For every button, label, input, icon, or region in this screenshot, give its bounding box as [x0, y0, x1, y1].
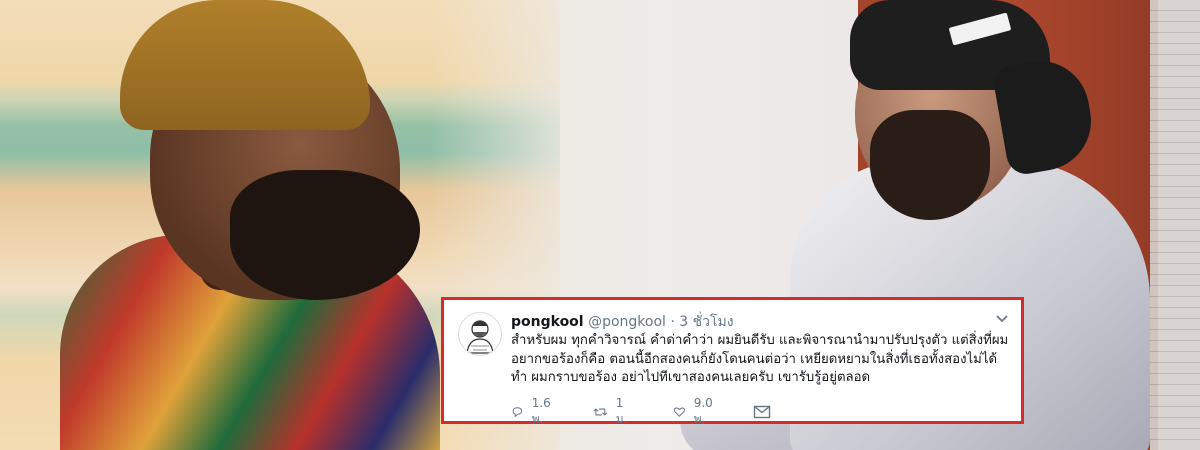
retweet-icon	[593, 408, 608, 416]
tweet-text: สำหรับผม ทุกคำวิจารณ์ คำด่าคำว่า ผมยินดี…	[511, 332, 1011, 388]
tweet-line: อยากขอร้องก็คือ ตอนนี้อีกสองคนก็ยังโดนคน…	[511, 351, 998, 367]
envelope-icon	[753, 405, 771, 419]
chevron-down-icon[interactable]	[995, 314, 1009, 324]
like-button[interactable]: 9.0 พ.	[673, 396, 718, 426]
heart-icon	[673, 407, 685, 417]
reply-count: 1.6 พ.	[531, 395, 551, 426]
reply-button[interactable]: 1.6 พ.	[511, 396, 556, 426]
retweet-button[interactable]: 1 ม.	[593, 396, 633, 426]
tweet-card[interactable]: pongkool @pongkool · 3 ชั่วโมง สำหรับผม …	[441, 297, 1024, 426]
dm-button[interactable]	[753, 403, 771, 421]
timestamp[interactable]: 3 ชั่วโมง	[679, 314, 733, 330]
separator: ·	[670, 314, 675, 330]
avatar[interactable]	[458, 312, 502, 356]
like-count: 9.0 พ.	[693, 395, 713, 426]
display-name[interactable]: pongkool	[511, 314, 584, 330]
right-person-beard	[870, 110, 990, 220]
tweet-line: สำหรับผม ทุกคำวิจารณ์ คำด่าคำว่า ผมยินดี…	[511, 333, 1009, 348]
tweet-header: pongkool @pongkool · 3 ชั่วโมง	[511, 311, 734, 333]
handle[interactable]: @pongkool	[588, 314, 666, 330]
reply-icon	[512, 407, 523, 418]
tiled-wall	[1150, 0, 1200, 450]
retweet-count: 1 ม.	[615, 395, 628, 426]
avatar-illustration	[466, 320, 494, 354]
tweet-line: ทำ ผมกราบขอร้อง อย่าไปทีเขาสองคนเลยครับ …	[511, 370, 871, 385]
